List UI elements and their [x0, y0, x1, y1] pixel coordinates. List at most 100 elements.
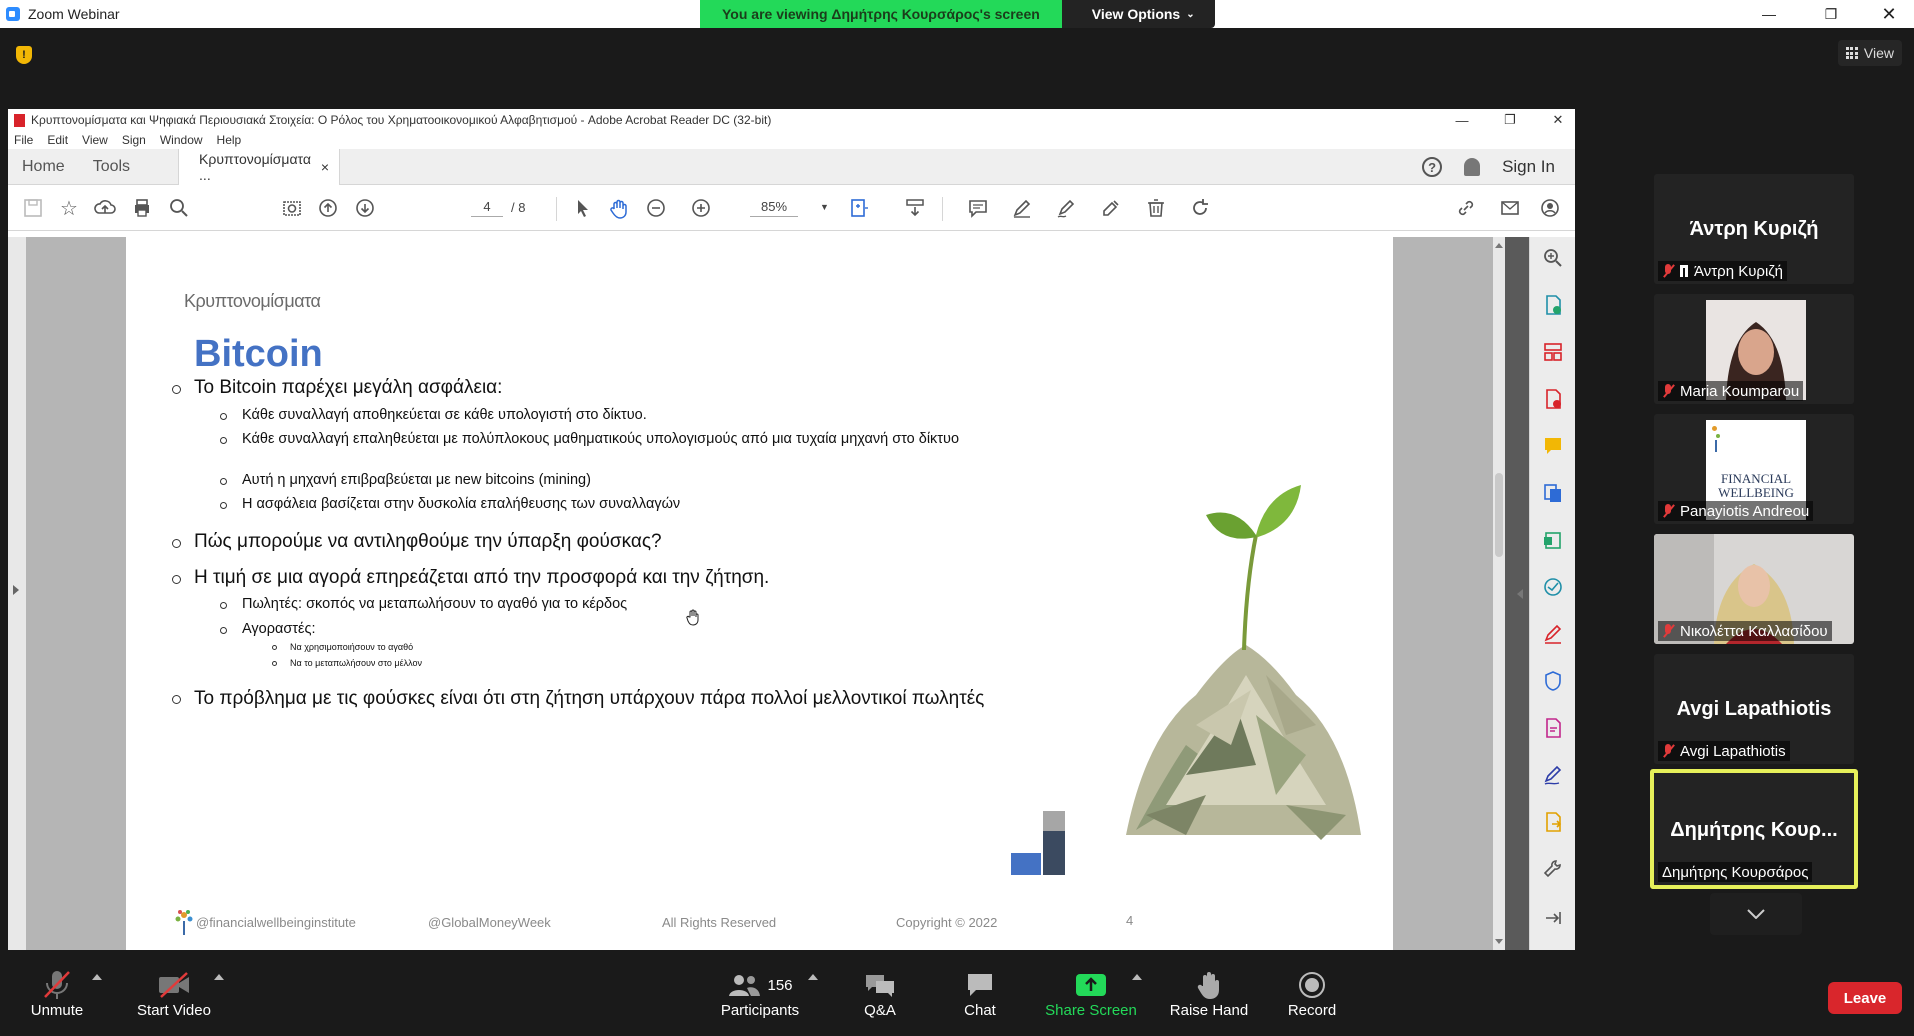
participant-tile[interactable]: Άντρη Κυριζή Άντρη Κυριζή — [1654, 174, 1854, 284]
bookmark-star-icon[interactable]: ☆ — [56, 195, 82, 221]
create-pdf-icon[interactable] — [1542, 388, 1564, 410]
upload-icon[interactable] — [92, 195, 118, 221]
comment-tool-icon[interactable] — [1542, 435, 1564, 457]
delete-icon[interactable] — [1143, 195, 1169, 221]
comment-icon[interactable] — [965, 195, 991, 221]
bullet-item: Πώς μπορούμε να αντιληφθούμε την ύπαρξη … — [172, 531, 662, 553]
collapse-right-panel-icon[interactable] — [1517, 589, 1523, 599]
close-button[interactable]: ✕ — [1866, 0, 1912, 28]
save-icon[interactable] — [20, 195, 46, 221]
tab-tools[interactable]: Tools — [79, 158, 144, 176]
participant-tile[interactable]: FINANCIAL WELLBEING Panayiotis Andreou — [1654, 414, 1854, 524]
zoom-level-select[interactable]: 85% ▼ — [750, 197, 829, 217]
export-file-icon[interactable] — [1542, 811, 1564, 833]
page-up-icon[interactable] — [315, 195, 341, 221]
bullet-item: Αυτή η μηχανή επιβραβεύεται με new bitco… — [220, 472, 591, 488]
minimize-button[interactable]: — — [1746, 0, 1792, 28]
participant-tile[interactable]: Νικολέττα Καλλασίδου — [1654, 534, 1854, 644]
share-screen-button[interactable]: Share Screen — [1044, 968, 1138, 1019]
hand-tool-icon[interactable] — [606, 195, 632, 221]
search-icon[interactable] — [166, 195, 192, 221]
account-icon[interactable] — [1537, 195, 1563, 221]
draw-icon[interactable] — [1053, 195, 1079, 221]
bullet-item: Κάθε συναλλαγή επαληθεύεται με πολύπλοκο… — [220, 431, 982, 448]
tab-document-label: Κρυπτονομίσματα ... — [199, 150, 311, 183]
security-shield-icon[interactable]: ! — [16, 46, 32, 64]
highlight-pen-icon[interactable] — [1009, 195, 1035, 221]
share-link-icon[interactable] — [1453, 195, 1479, 221]
participant-name: Maria Koumparou — [1680, 382, 1800, 400]
zoom-level-value[interactable]: 85% — [750, 197, 798, 217]
vertical-scrollbar[interactable] — [1493, 237, 1505, 950]
qa-button[interactable]: Q&A — [856, 968, 904, 1019]
rotate-icon[interactable] — [1187, 195, 1213, 221]
bell-icon[interactable] — [1464, 158, 1481, 176]
menu-file[interactable]: File — [14, 133, 33, 147]
start-video-button[interactable]: Start Video — [132, 968, 216, 1019]
bullet-circle-icon — [172, 695, 181, 704]
email-icon[interactable] — [1497, 195, 1523, 221]
help-icon[interactable]: ? — [1422, 157, 1443, 177]
page-number-input[interactable]: 4 — [471, 197, 503, 217]
bullet-item: Αγοραστές: — [220, 621, 316, 637]
menu-view[interactable]: View — [82, 133, 108, 147]
view-button[interactable]: View — [1837, 40, 1902, 66]
edit-pdf-icon[interactable] — [1542, 717, 1564, 739]
acrobat-restore[interactable]: ❐ — [1486, 109, 1534, 131]
collapse-pane-icon[interactable] — [1542, 907, 1564, 929]
request-signature-icon[interactable] — [1542, 764, 1564, 786]
scroll-up-icon[interactable] — [1495, 243, 1503, 248]
participant-tile-active-speaker[interactable]: Δημήτρης Κουρ... Δημήτρης Κουρσάρος — [1650, 769, 1858, 889]
restore-button[interactable]: ❐ — [1808, 0, 1854, 28]
fill-sign-icon[interactable] — [1542, 623, 1564, 645]
organize-pages-icon[interactable] — [1542, 341, 1564, 363]
participants-options-caret[interactable] — [808, 974, 818, 980]
compress-pdf-icon[interactable] — [1542, 529, 1564, 551]
record-button[interactable]: Record — [1286, 968, 1338, 1019]
scroll-mode-icon[interactable] — [902, 195, 928, 221]
sign-icon[interactable] — [1098, 195, 1124, 221]
close-tab-icon[interactable]: × — [321, 159, 329, 175]
fit-page-icon[interactable] — [846, 195, 872, 221]
acrobat-close[interactable]: ✕ — [1534, 109, 1582, 131]
tab-home[interactable]: Home — [8, 158, 79, 176]
sign-in-button[interactable]: Sign In — [1502, 157, 1555, 177]
protect-icon[interactable] — [1542, 670, 1564, 692]
scroll-down-icon[interactable] — [1495, 939, 1503, 944]
menu-window[interactable]: Window — [160, 133, 203, 147]
snapshot-icon[interactable] — [279, 195, 305, 221]
view-options-label: View Options — [1091, 6, 1181, 22]
print-icon[interactable] — [129, 195, 155, 221]
audio-options-caret[interactable] — [92, 974, 102, 980]
menu-sign[interactable]: Sign — [122, 133, 146, 147]
mic-muted-icon — [44, 971, 70, 999]
menu-help[interactable]: Help — [217, 133, 242, 147]
chat-button[interactable]: Chat — [958, 968, 1002, 1019]
zoom-search-icon[interactable] — [1542, 247, 1564, 269]
participant-tile[interactable]: Avgi Lapathiotis Avgi Lapathiotis — [1654, 654, 1854, 764]
left-panel-toggle[interactable] — [8, 237, 26, 950]
tab-document[interactable]: Κρυπτονομίσματα ... × — [178, 148, 341, 185]
leave-button[interactable]: Leave — [1828, 982, 1902, 1014]
video-options-caret[interactable] — [214, 974, 224, 980]
participants-button[interactable]: 156 Participants — [706, 968, 814, 1019]
participant-tile[interactable]: Maria Koumparou — [1654, 294, 1854, 404]
scroll-thumb[interactable] — [1495, 473, 1503, 557]
menu-edit[interactable]: Edit — [47, 133, 68, 147]
share-options-caret[interactable] — [1132, 974, 1142, 980]
page-down-icon[interactable] — [352, 195, 378, 221]
export-pdf-icon[interactable] — [1542, 294, 1564, 316]
bullet-item: Να το μεταπωλήσουν στο μέλλον — [272, 658, 422, 668]
more-tools-icon[interactable] — [1542, 858, 1564, 880]
raise-hand-button[interactable]: Raise Hand — [1168, 968, 1250, 1019]
combine-files-icon[interactable] — [1542, 482, 1564, 504]
send-for-review-icon[interactable] — [1542, 576, 1564, 598]
zoom-out-icon[interactable] — [643, 195, 669, 221]
select-cursor-icon[interactable] — [569, 195, 595, 221]
unmute-button[interactable]: Unmute — [22, 968, 92, 1019]
view-options-button[interactable]: View Options ⌄ — [1061, 0, 1215, 28]
chevron-down-icon[interactable]: ▼ — [820, 202, 829, 212]
zoom-in-icon[interactable] — [688, 195, 714, 221]
acrobat-minimize[interactable]: — — [1438, 109, 1486, 131]
collapse-gallery-button[interactable] — [1710, 893, 1802, 935]
